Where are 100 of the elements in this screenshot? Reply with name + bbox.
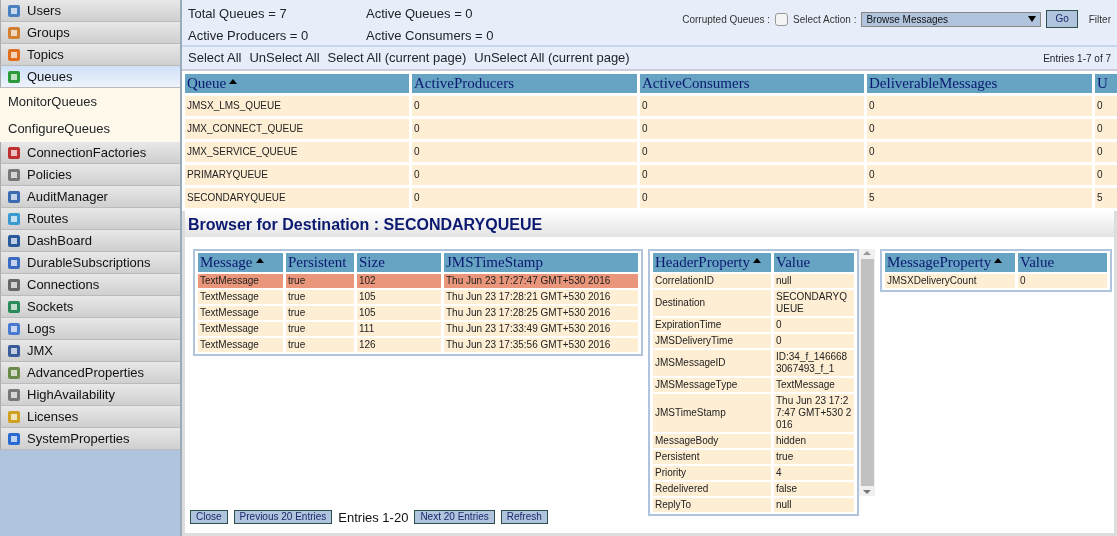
table-cell: 5 xyxy=(1095,188,1117,208)
column-header[interactable]: U xyxy=(1095,74,1117,93)
table-cell: 111 xyxy=(357,322,441,336)
table-cell: hidden xyxy=(774,434,854,448)
table-cell: 0 xyxy=(867,165,1092,185)
column-header[interactable]: JMSTimeStamp xyxy=(444,253,638,272)
sort-icon xyxy=(752,258,761,263)
sidebar-item[interactable]: Users xyxy=(0,0,180,22)
table-row[interactable]: TextMessage true 105 Thu Jun 23 17:28:21 GMT+530 2016 xyxy=(198,290,638,304)
sidebar-item[interactable]: DurableSubscriptions xyxy=(0,252,180,274)
table-row[interactable]: TextMessage true 126 Thu Jun 23 17:35:56 GMT+530 2016 xyxy=(198,338,638,352)
table-cell: JMSTimeStamp xyxy=(653,394,771,432)
select-link[interactable]: Select All (current page) xyxy=(327,48,467,68)
sidebar-item[interactable]: Queues xyxy=(0,66,180,88)
table-cell: 0 xyxy=(867,96,1092,116)
table-cell: ExpirationTime xyxy=(653,318,771,332)
sidebar-item[interactable]: Licenses xyxy=(0,406,180,428)
column-header[interactable]: DeliverableMessages xyxy=(867,74,1092,93)
table-cell: 0 xyxy=(1095,142,1117,162)
table-cell: JMX_SERVICE_QUEUE xyxy=(185,142,409,162)
table-cell: Thu Jun 23 17:27:47 GMT+530 2016 xyxy=(774,394,854,432)
table-cell: 0 xyxy=(640,188,864,208)
column-header[interactable]: Value xyxy=(774,253,854,272)
table-cell: ReplyTo xyxy=(653,498,771,512)
table-cell: SECONDARYQUEUE xyxy=(774,290,854,316)
table-cell: 0 xyxy=(774,334,854,348)
column-header[interactable]: Queue xyxy=(185,74,409,93)
table-cell: Priority xyxy=(653,466,771,480)
scrollbar[interactable] xyxy=(859,249,875,496)
stat-text: Active Producers = 0 xyxy=(188,26,310,45)
table-cell: 0 xyxy=(1018,274,1107,288)
sidebar-item[interactable]: DashBoard xyxy=(0,230,180,252)
select-link[interactable]: UnSelect All (current page) xyxy=(474,48,630,68)
go-button[interactable]: Go xyxy=(1046,10,1078,28)
table-cell: true xyxy=(286,322,354,336)
sidebar-item[interactable]: SystemProperties xyxy=(0,428,180,450)
sidebar-item[interactable]: ConnectionFactories xyxy=(0,142,180,164)
table-row[interactable]: TextMessage true 111 Thu Jun 23 17:33:49 GMT+530 2016 xyxy=(198,322,638,336)
table-row[interactable]: TextMessage true 105 Thu Jun 23 17:28:25 GMT+530 2016 xyxy=(198,306,638,320)
sidebar-item[interactable]: Connections xyxy=(0,274,180,296)
table-cell: 0 xyxy=(640,119,864,139)
table-cell: 0 xyxy=(640,96,864,116)
table-cell: Destination xyxy=(653,290,771,316)
table-cell: 0 xyxy=(412,96,637,116)
select-link[interactable]: UnSelect All xyxy=(249,48,320,68)
table-cell: MessageBody xyxy=(653,434,771,448)
scroll-down-icon[interactable] xyxy=(862,488,872,496)
sidebar-item[interactable]: Policies xyxy=(0,164,180,186)
sidebar-item[interactable]: Routes xyxy=(0,208,180,230)
next-button[interactable]: Next 20 Entries xyxy=(414,510,495,525)
checkbox[interactable] xyxy=(775,12,789,26)
sidebar-item[interactable]: Logs xyxy=(0,318,180,340)
close-button[interactable]: Close xyxy=(190,510,228,525)
table-cell: Thu Jun 23 17:27:47 GMT+530 2016 xyxy=(444,274,638,288)
stat-text: Total Queues = 7 xyxy=(188,5,288,23)
table-cell: 0 xyxy=(412,142,637,162)
column-header[interactable]: Size xyxy=(357,253,441,272)
table-cell: Thu Jun 23 17:33:49 GMT+530 2016 xyxy=(444,322,638,336)
refresh-button[interactable]: Refresh xyxy=(500,510,548,525)
table-cell: true xyxy=(774,450,854,464)
sidebar-item[interactable]: Topics xyxy=(0,44,180,66)
table-cell: true xyxy=(286,274,354,288)
table-cell: SECONDARYQUEUE xyxy=(185,188,409,208)
stat-text: Active Queues = 0 xyxy=(366,5,474,23)
column-header[interactable]: MessageProperty xyxy=(885,253,1015,272)
column-header[interactable]: ActiveProducers xyxy=(412,74,637,93)
table-cell: PRIMARYQUEUE xyxy=(185,165,409,185)
table-cell: TextMessage xyxy=(774,378,854,392)
table-cell: ID:34_f_1466683067493_f_1 xyxy=(774,350,854,376)
table-cell: Thu Jun 23 17:35:56 GMT+530 2016 xyxy=(444,338,638,352)
previous-button[interactable]: Previous 20 Entries xyxy=(233,510,333,525)
select-link[interactable]: Select All xyxy=(188,48,242,68)
column-header[interactable]: ActiveConsumers xyxy=(640,74,864,93)
sidebar-subitem[interactable]: ConfigureQueues xyxy=(0,115,180,142)
sidebar-item[interactable]: AdvancedProperties xyxy=(0,362,180,384)
sidebar-item[interactable]: Groups xyxy=(0,22,180,44)
table-cell: 0 xyxy=(640,165,864,185)
table-cell: null xyxy=(774,274,854,288)
sidebar-item[interactable]: Sockets xyxy=(0,296,180,318)
column-header[interactable]: Value xyxy=(1018,253,1107,272)
table-cell: JMSXDeliveryCount xyxy=(885,274,1015,288)
entries-count: Entries 1-7 of 7 xyxy=(1043,51,1111,66)
table-cell: true xyxy=(286,290,354,304)
action-select[interactable]: Browse Messages xyxy=(861,11,1042,27)
table-cell: 0 xyxy=(640,142,864,162)
entries-range: Entries 1-20 xyxy=(338,508,409,527)
column-header[interactable]: HeaderProperty xyxy=(653,253,771,272)
sidebar-item[interactable]: AuditManager xyxy=(0,186,180,208)
sidebar-item[interactable]: JMX xyxy=(0,340,180,362)
table-cell: true xyxy=(286,306,354,320)
table-cell: Persistent xyxy=(653,450,771,464)
scroll-up-icon[interactable] xyxy=(862,249,872,257)
sidebar-subitem[interactable]: MonitorQueues xyxy=(0,88,180,115)
stat-text: Active Consumers = 0 xyxy=(366,26,495,45)
filter-label: Filter xyxy=(1088,12,1111,27)
sidebar-item[interactable]: HighAvailability xyxy=(0,384,180,406)
column-header[interactable]: Message xyxy=(198,253,283,272)
column-header[interactable]: Persistent xyxy=(286,253,354,272)
table-row[interactable]: TextMessage true 102 Thu Jun 23 17:27:47 GMT+530 2016 xyxy=(198,274,638,288)
dialog-title: Browser for Destination : SECONDARYQUEUE xyxy=(185,211,1114,237)
